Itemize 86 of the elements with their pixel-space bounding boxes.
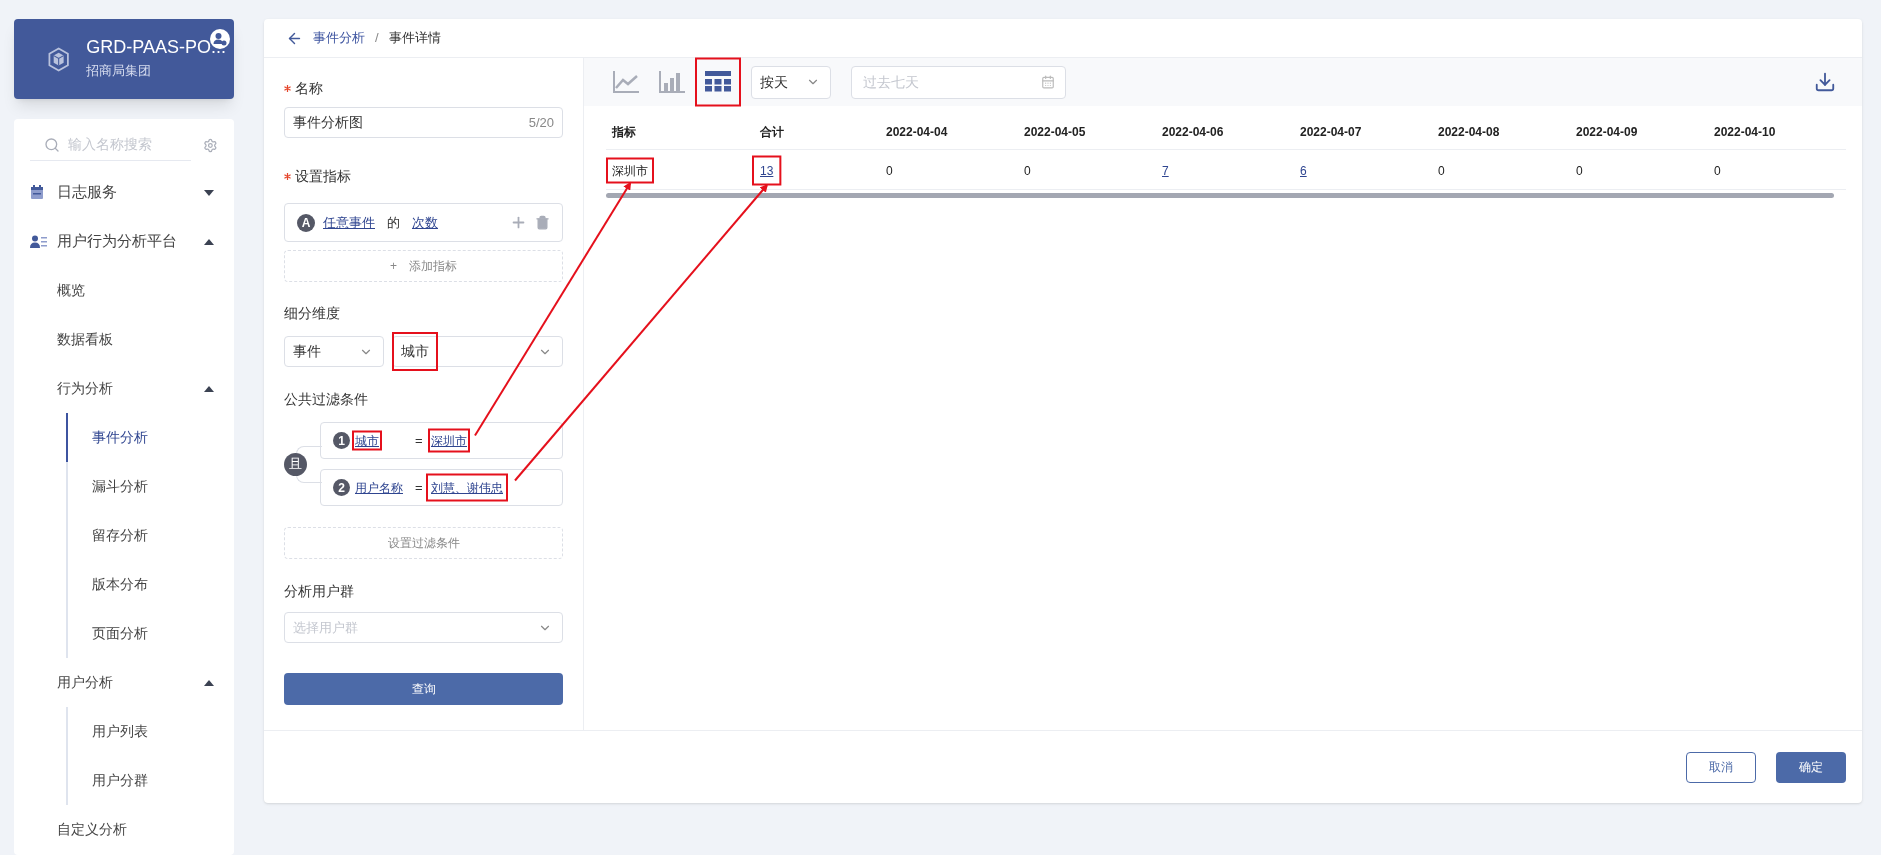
column-header: 2022-04-06 [1161, 123, 1225, 141]
caret-down-icon [204, 189, 214, 196]
filter-field-link[interactable]: 城市 [355, 433, 379, 448]
calendar-icon [1041, 75, 1055, 89]
add-icon[interactable] [510, 214, 527, 231]
table-cell: 0 [1438, 163, 1445, 178]
measure-link[interactable]: 次数 [412, 212, 438, 233]
event-link[interactable]: 任意事件 [323, 212, 375, 233]
menu-item[interactable]: 概览 [14, 266, 234, 315]
filter-value-link[interactable]: 刘慧、谢伟忠 [431, 478, 503, 497]
joiner-text: 的 [387, 213, 400, 232]
add-filter-button[interactable]: 设置过滤条件 [284, 527, 563, 559]
column-header: 指标 [611, 123, 637, 141]
column-header: 2022-04-09 [1575, 123, 1639, 141]
filter-field-link[interactable]: 用户名称 [355, 480, 403, 495]
column-header: 2022-04-05 [1023, 123, 1087, 141]
breadcrumb-item[interactable]: 事件分析 [313, 28, 365, 48]
workspace-card[interactable]: GRD-PAAS-PO... 招商局集团 [14, 19, 234, 99]
filter-value-link[interactable]: 深圳市 [431, 431, 467, 450]
highlight-box [352, 430, 382, 451]
caret-up-icon [204, 238, 214, 245]
workspace-subtitle: 招商局集团 [86, 63, 153, 77]
value-link[interactable]: 13 [760, 163, 774, 178]
field-label: 分析用户群 [284, 582, 354, 601]
caret-up-icon [204, 679, 214, 686]
column-header: 合计 [759, 123, 785, 141]
menu-item[interactable]: 自定义分析 [14, 805, 234, 854]
table-icon [705, 71, 731, 93]
column-header: 2022-04-08 [1437, 123, 1501, 141]
column-header: 2022-04-07 [1299, 123, 1363, 141]
search-icon [44, 136, 60, 153]
filter-number: 2 [333, 479, 350, 496]
settings-icon[interactable] [203, 137, 218, 153]
delete-icon[interactable] [535, 215, 550, 230]
table-cell: 0 [1576, 163, 1583, 178]
menu-item[interactable]: 漏斗分析 [66, 462, 234, 511]
table-cell: 0 [1714, 163, 1721, 178]
menu-item[interactable]: 日志服务 [14, 168, 234, 217]
menu-item[interactable]: 用户分群 [66, 756, 234, 805]
menu-item[interactable]: 事件分析 [66, 413, 234, 462]
breadcrumb-separator: / [375, 29, 379, 48]
caret-up-icon [204, 385, 214, 392]
add-metric-button[interactable]: + 添加指标 [284, 250, 563, 282]
table-cell: 深圳市 [612, 163, 648, 178]
column-header: 2022-04-04 [885, 123, 949, 141]
value-link[interactable]: 7 [1162, 163, 1169, 178]
user-list-icon [30, 235, 47, 248]
menu-item[interactable]: 用户分析 [14, 658, 234, 707]
calendar-icon [30, 185, 44, 200]
download-icon[interactable] [1814, 71, 1836, 93]
highlight-box [695, 57, 741, 107]
menu-item[interactable]: 留存分析 [66, 511, 234, 560]
column-header: 2022-04-10 [1713, 123, 1777, 141]
bar-chart-icon [659, 71, 685, 93]
filter-number: 1 [333, 432, 350, 449]
workspace-title: GRD-PAAS-PO... [86, 37, 226, 56]
query-button[interactable]: 查询 [284, 673, 563, 705]
menu-item[interactable]: 行为分析 [14, 364, 234, 413]
highlight-box [392, 332, 438, 371]
menu-item[interactable]: 版本分布 [66, 560, 234, 609]
table-cell: 0 [886, 163, 893, 178]
breadcrumb-item: 事件详情 [388, 29, 441, 48]
menu-item[interactable]: 数据看板 [14, 315, 234, 364]
menu-item[interactable]: 用户行为分析平台 [14, 217, 234, 266]
line-chart-icon [613, 71, 639, 93]
operator-text: = [415, 478, 424, 497]
confirm-button[interactable]: 确定 [1776, 751, 1846, 783]
field-label: 公共过滤条件 [284, 390, 368, 409]
menu-item[interactable]: 用户列表 [66, 707, 234, 756]
highlight-box [606, 157, 654, 184]
highlight-box [428, 428, 470, 453]
table-cell: 0 [1024, 163, 1031, 178]
dimension-select[interactable]: 事件 [284, 336, 384, 367]
granularity-select[interactable]: 按天 [751, 65, 831, 99]
operator-text: = [415, 431, 424, 450]
field-label: 名称 [295, 79, 323, 98]
scrollbar[interactable] [606, 193, 1834, 198]
highlight-box [752, 155, 782, 186]
metric-badge: A [297, 213, 315, 232]
cancel-button[interactable]: 取消 [1686, 751, 1756, 783]
logic-badge[interactable]: 且 [284, 452, 307, 476]
field-label: 细分维度 [284, 304, 340, 323]
value-link[interactable]: 6 [1300, 163, 1307, 178]
field-label: 设置指标 [295, 167, 351, 186]
name-field[interactable]: 事件分析图 5/20 [284, 107, 563, 138]
menu-item[interactable]: 页面分析 [66, 609, 234, 658]
